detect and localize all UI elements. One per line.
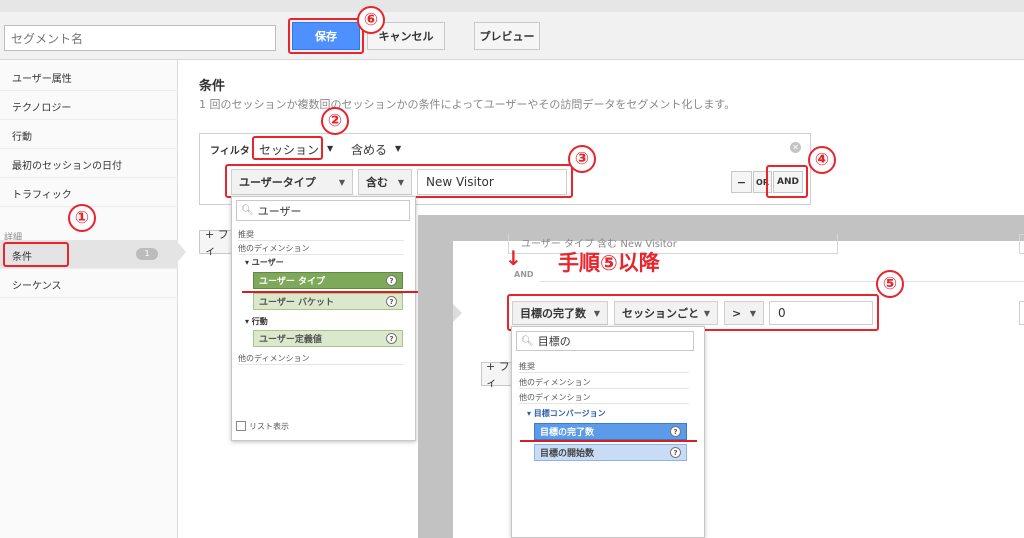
down-arrow-icon: ↓ [505, 246, 522, 270]
step-marker-2: ② [321, 107, 349, 135]
sidebar-item-first-session-date[interactable]: 最初のセッションの日付 [0, 149, 178, 178]
page-title: 条件 [199, 79, 226, 94]
metric-item-goal-completions[interactable]: 目標の完了数? [534, 423, 687, 440]
filter-label: フィルタ [210, 146, 250, 157]
remove-condition-button[interactable]: − [731, 171, 752, 193]
help-icon[interactable]: ? [670, 447, 681, 458]
section-recommended: 推奨 [238, 229, 404, 241]
annotation-box-conditions [3, 242, 69, 267]
preview-button[interactable]: プレビュー [474, 22, 540, 50]
section-other-dimensions-2: 他のディメンション [519, 392, 689, 404]
metric-search-input[interactable]: 🔍︎ 目標の [516, 331, 694, 351]
section-recommended: 推奨 [519, 361, 689, 373]
item-label: 目標の完了数 [540, 428, 595, 438]
sidebar-item-traffic[interactable]: トラフィック [0, 178, 178, 207]
include-dropdown[interactable]: 含める [351, 141, 387, 158]
item-label: 目標の開始数 [540, 449, 595, 459]
search-icon: 🔍︎ [241, 205, 254, 216]
remove-filter-icon[interactable]: ✕ [790, 142, 801, 153]
overlay-add-filter-button[interactable]: + フィ [481, 360, 513, 389]
sidebar-item-technology[interactable]: テクノロジー [0, 91, 178, 120]
dimension-item-user-bucket[interactable]: ユーザー バケット? [253, 293, 403, 310]
overlay-pointer [453, 304, 462, 322]
dimension-item-user-type[interactable]: ユーザー タイプ? [253, 272, 403, 289]
category-goal-conversions[interactable]: ▾ 目標コンバージョン [527, 408, 606, 419]
overlay-divider [540, 281, 1024, 282]
dimension-item-user-defined[interactable]: ユーザー定義値? [253, 330, 403, 347]
top-strip [0, 0, 1024, 12]
step-marker-1: ① [68, 204, 96, 232]
chevron-down-icon[interactable]: ▼ [327, 144, 333, 153]
search-value: 目標の [537, 335, 571, 348]
segment-name-input[interactable]: セグメント名 [4, 25, 276, 51]
list-view-label: リスト表示 [249, 422, 289, 431]
help-icon[interactable]: ? [670, 426, 681, 437]
annotation-box-scope [252, 136, 323, 160]
right-edge-stub [1019, 234, 1024, 254]
metric-item-goal-starts[interactable]: 目標の開始数? [534, 444, 687, 461]
section-other-dimensions: 他のディメンション [238, 243, 404, 255]
step-annotation-text: 手順⑤以降 [558, 251, 660, 275]
step-marker-3: ③ [568, 145, 596, 173]
step-marker-4: ④ [808, 146, 836, 174]
category-behavior[interactable]: ▾ 行動 [245, 316, 268, 327]
sidebar-item-demographics[interactable]: ユーザー属性 [0, 62, 178, 91]
section-other-dimensions-2: 他のディメンション [238, 353, 404, 365]
annotation-box-and [766, 165, 808, 198]
annotation-box-condition-row [225, 164, 573, 198]
sidebar: ユーザー属性 テクノロジー 行動 最初のセッションの日付 トラフィック 詳細 条… [0, 60, 178, 538]
item-label: ユーザー バケット [259, 298, 334, 308]
help-icon[interactable]: ? [386, 296, 397, 307]
search-value: ユーザー [257, 204, 302, 218]
list-view-checkbox[interactable] [236, 421, 246, 431]
step-marker-5: ⑤ [876, 270, 904, 298]
item-label: ユーザー定義値 [259, 335, 322, 345]
conditions-count-badge: 1 [136, 248, 158, 260]
page-description: 1 回のセッションか複数回のセッションかの条件によってユーザーやその訪問データを… [199, 98, 736, 111]
search-icon: 🔍︎ [521, 335, 534, 347]
item-label: ユーザー タイプ [259, 277, 325, 287]
annotation-box-save [288, 18, 364, 54]
category-user[interactable]: ▾ ユーザー [245, 257, 284, 268]
chevron-down-icon[interactable]: ▼ [395, 144, 401, 153]
step-marker-6: ⑥ [357, 6, 385, 34]
sidebar-item-behavior[interactable]: 行動 [0, 120, 178, 149]
help-icon[interactable]: ? [386, 333, 397, 344]
active-item-pointer [176, 240, 186, 264]
section-other-dimensions: 他のディメンション [519, 377, 689, 389]
dimension-search-input[interactable]: 🔍︎ ユーザー [236, 200, 410, 221]
annotation-underline [520, 440, 697, 442]
sidebar-item-sequences[interactable]: シーケンス [0, 269, 178, 298]
overlay-and-label: AND [514, 270, 534, 279]
right-edge-stub-2 [1019, 301, 1024, 325]
help-icon[interactable]: ? [386, 275, 397, 286]
